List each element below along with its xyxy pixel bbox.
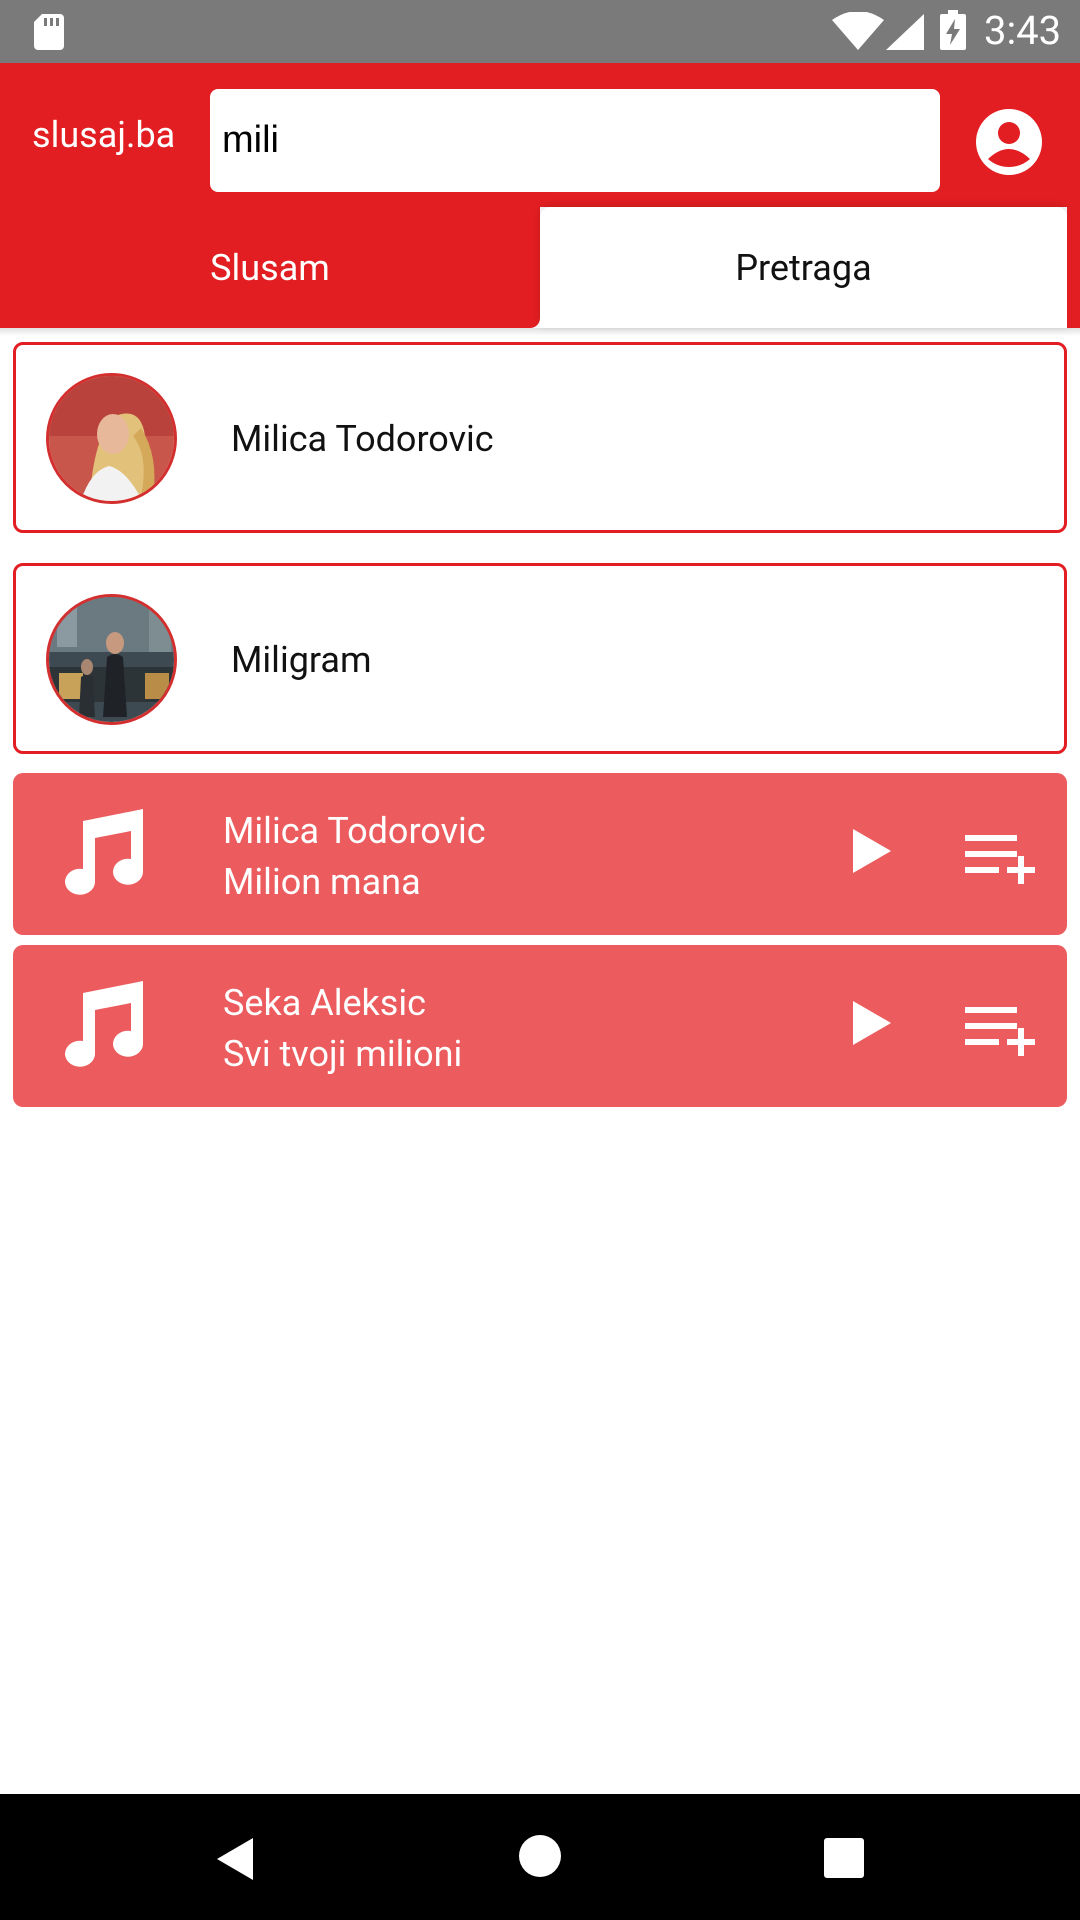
tab-label: Pretraga bbox=[735, 246, 872, 289]
artist-name: Miligram bbox=[231, 639, 372, 681]
signal-icon bbox=[886, 14, 924, 50]
status-time: 3:43 bbox=[984, 7, 1062, 54]
song-result[interactable]: Seka Aleksic Svi tvoji milioni bbox=[13, 945, 1067, 1107]
status-bar: 3:43 bbox=[0, 0, 1080, 63]
tab-shadow bbox=[0, 328, 1080, 336]
artist-avatar bbox=[46, 594, 177, 725]
play-icon[interactable] bbox=[851, 827, 893, 875]
recents-icon[interactable] bbox=[824, 1838, 864, 1878]
tab-label: Slusam bbox=[210, 246, 330, 289]
battery-charging-icon bbox=[940, 10, 966, 50]
music-note-icon bbox=[65, 809, 144, 895]
tab-pretraga[interactable]: Pretraga bbox=[540, 207, 1067, 328]
song-result[interactable]: Milica Todorovic Milion mana bbox=[13, 773, 1067, 935]
home-icon[interactable] bbox=[518, 1834, 562, 1878]
account-circle-icon[interactable] bbox=[976, 109, 1042, 175]
system-nav-bar bbox=[0, 1794, 1080, 1920]
song-artist: Milica Todorovic bbox=[223, 810, 486, 852]
brand-title: slusaj.ba bbox=[32, 114, 176, 156]
song-title: Milion mana bbox=[223, 861, 421, 903]
playlist-add-icon[interactable] bbox=[965, 1005, 1035, 1057]
artist-result[interactable]: Milica Todorovic bbox=[13, 342, 1067, 533]
wifi-icon bbox=[832, 12, 884, 50]
tab-slusam[interactable]: Slusam bbox=[0, 207, 540, 328]
app-bar: slusaj.ba bbox=[0, 63, 1080, 207]
song-title: Svi tvoji milioni bbox=[223, 1033, 463, 1075]
search-input[interactable] bbox=[210, 89, 940, 192]
artist-result[interactable]: Miligram bbox=[13, 563, 1067, 754]
artist-avatar bbox=[46, 373, 177, 504]
back-icon[interactable] bbox=[215, 1836, 255, 1882]
playlist-add-icon[interactable] bbox=[965, 833, 1035, 885]
song-artist: Seka Aleksic bbox=[223, 982, 426, 1024]
tab-bar: Slusam Pretraga bbox=[0, 207, 1080, 328]
tab-bar-edge bbox=[1067, 207, 1080, 328]
music-note-icon bbox=[65, 981, 144, 1067]
artist-name: Milica Todorovic bbox=[231, 418, 494, 460]
sd-card-icon bbox=[34, 14, 64, 50]
play-icon[interactable] bbox=[851, 999, 893, 1047]
